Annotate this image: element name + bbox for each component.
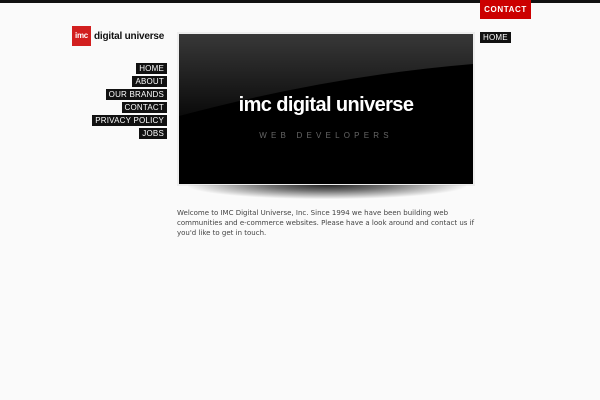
banner-title: imc digital universe (238, 94, 414, 116)
nav-item-contact[interactable]: CONTACT (121, 102, 167, 113)
logo[interactable]: imc digital universe (72, 26, 164, 46)
banner-shadow (188, 185, 466, 199)
intro-text: Welcome to IMC Digital Universe, Inc. Si… (177, 209, 475, 237)
banner-subtitle: WEB DEVELOPERS (259, 131, 393, 140)
nav-item-about[interactable]: ABOUT (132, 76, 167, 87)
contact-button[interactable]: CONTACT (480, 0, 531, 19)
hero-banner-panel: imc digital universe WEB DEVELOPERS (179, 34, 473, 184)
nav-item-jobs[interactable]: JOBS (139, 128, 167, 139)
breadcrumb: HOME (480, 32, 511, 43)
hero-banner: imc digital universe WEB DEVELOPERS (177, 32, 475, 186)
logo-mark: imc (72, 26, 91, 46)
nav-item-our-brands[interactable]: OUR BRANDS (105, 89, 167, 100)
logo-text: digital universe (94, 30, 165, 42)
nav-item-privacy-policy[interactable]: PRIVACY POLICY (92, 115, 167, 126)
main-nav: HOME ABOUT OUR BRANDS CONTACT PRIVACY PO… (92, 63, 167, 141)
nav-item-home[interactable]: HOME (136, 63, 167, 74)
